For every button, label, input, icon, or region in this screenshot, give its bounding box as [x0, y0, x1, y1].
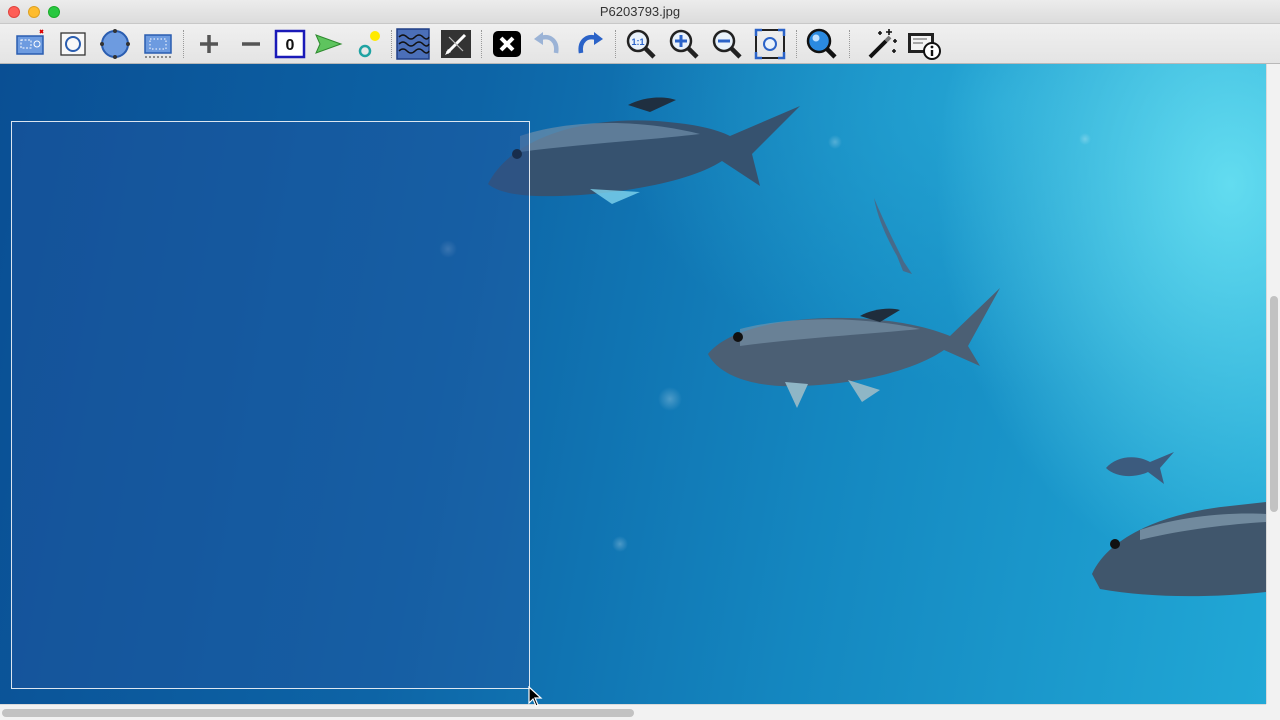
zoom-region-icon[interactable] [804, 27, 838, 61]
horizontal-scroll-thumb[interactable] [2, 709, 634, 717]
zero-icon[interactable]: 0 [273, 27, 307, 61]
undo-icon[interactable] [530, 27, 564, 61]
add-roi-rectangle-icon[interactable] [13, 27, 47, 61]
scroll-corner [1266, 704, 1280, 720]
fish-large-right [1092, 502, 1266, 597]
play-arrow-icon[interactable] [311, 27, 345, 61]
toolbar-separator [183, 30, 185, 58]
zoom-fit-icon[interactable] [753, 27, 787, 61]
horizontal-scrollbar[interactable] [0, 704, 1266, 720]
toolbar: 0 1:1 [0, 24, 1280, 64]
toolbar-separator [796, 30, 798, 58]
image-canvas[interactable] [0, 64, 1266, 704]
toolbar-separator [849, 30, 851, 58]
toolbar-separator [615, 30, 617, 58]
minus-icon[interactable] [234, 27, 268, 61]
zoom-in-icon[interactable] [667, 27, 701, 61]
title-bar: P6203793.jpg [0, 0, 1280, 24]
vertical-scroll-thumb[interactable] [1270, 296, 1278, 512]
image-info-icon[interactable] [907, 27, 941, 61]
toolbar-separator [481, 30, 483, 58]
toolbar-separator [391, 30, 393, 58]
fish-large-top [488, 97, 800, 204]
dotted-roi-icon[interactable] [141, 27, 175, 61]
point-marker-icon[interactable] [352, 27, 386, 61]
magic-wand-icon[interactable] [864, 27, 898, 61]
zoom-out-icon[interactable] [710, 27, 744, 61]
waveform-icon[interactable] [396, 27, 430, 61]
fish-tiny [1106, 452, 1174, 484]
mouse-pointer-icon [528, 686, 543, 707]
oval-roi-icon[interactable] [56, 27, 90, 61]
vertical-scrollbar[interactable] [1266, 64, 1280, 704]
plus-icon[interactable] [192, 27, 226, 61]
polygon-roi-icon[interactable] [98, 27, 132, 61]
window-title: P6203793.jpg [599, 4, 681, 19]
redo-icon[interactable] [573, 27, 607, 61]
zoom-one-to-one-icon[interactable]: 1:1 [624, 27, 658, 61]
zoom-one-to-one-label: 1:1 [631, 37, 644, 47]
fish-large-middle [708, 288, 1000, 408]
fish-small-diving [874, 198, 912, 274]
zero-label: 0 [286, 37, 295, 54]
close-x-icon[interactable] [490, 27, 524, 61]
pen-edit-icon[interactable] [439, 27, 473, 61]
rectangle-roi-selection[interactable] [11, 121, 530, 689]
